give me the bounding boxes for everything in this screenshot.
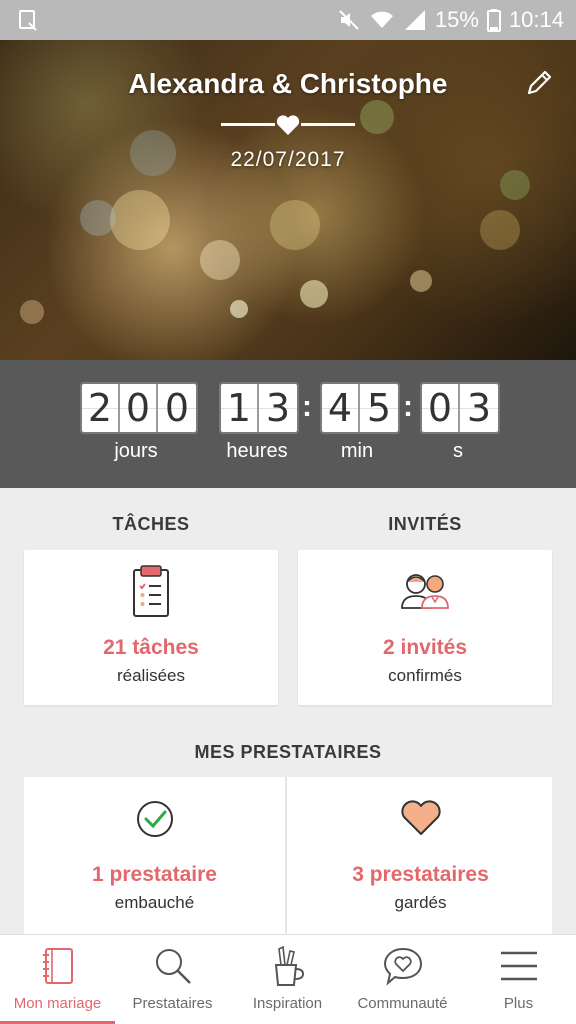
- wedding-header: Alexandra & Christophe 22/07/2017: [0, 40, 576, 360]
- battery-icon: [486, 8, 501, 32]
- digit: 3: [259, 384, 297, 432]
- status-bar: 15% 10:14: [0, 0, 576, 40]
- bokeh-decoration: [300, 280, 328, 308]
- minutes-counter: 4 5: [320, 382, 400, 434]
- bokeh-decoration: [360, 100, 394, 134]
- saved-vendors[interactable]: 3 prestataires gardés: [289, 777, 552, 935]
- bokeh-decoration: [200, 240, 240, 280]
- nav-label: Plus: [503, 995, 534, 1012]
- nav-inspiration[interactable]: Inspiration: [230, 935, 345, 1024]
- digit: 0: [120, 384, 158, 432]
- digit: 2: [82, 384, 120, 432]
- nav-label: Mon mariage: [13, 995, 102, 1012]
- bokeh-decoration: [110, 190, 170, 250]
- notification-icon: [16, 8, 40, 32]
- bokeh-decoration: [500, 170, 530, 200]
- heart-icon: [276, 115, 300, 135]
- digit: 0: [422, 384, 460, 432]
- saved-count: 3 prestataires: [352, 863, 489, 886]
- digit: 1: [221, 384, 259, 432]
- tasks-count: 21 tâches: [103, 636, 199, 659]
- heart-icon: [400, 799, 442, 842]
- days-label: jours: [114, 440, 158, 462]
- bokeh-decoration: [480, 210, 520, 250]
- nav-label: Prestataires: [132, 995, 213, 1012]
- seconds-counter: 0 3: [420, 382, 500, 434]
- hired-vendors[interactable]: 1 prestataire embauché: [24, 777, 287, 935]
- digit: 4: [322, 384, 360, 432]
- tasks-status: réalisées: [116, 666, 186, 685]
- digit: 0: [158, 384, 196, 432]
- hours-counter: 1 3: [219, 382, 299, 434]
- nav-label: Communauté: [357, 995, 448, 1012]
- bokeh-decoration: [270, 200, 320, 250]
- guests-icon: [398, 570, 452, 615]
- clipboard-icon: [131, 564, 171, 623]
- heart-divider: [221, 114, 355, 136]
- vendors-card: 1 prestataire embauché 3 prestataires ga…: [24, 777, 552, 935]
- clock: 10:14: [508, 7, 564, 32]
- signal-icon: [403, 8, 427, 32]
- guests-card[interactable]: 2 invités confirmés: [298, 550, 552, 705]
- hired-count: 1 prestataire: [92, 863, 217, 886]
- vendors-title: MES PRESTATAIRES: [194, 742, 382, 762]
- countdown: 2 0 0 1 3 : 4 5 : 0 3 jours heures min s: [0, 360, 576, 488]
- days-counter: 2 0 0: [80, 382, 198, 434]
- pencil-icon[interactable]: [524, 68, 554, 98]
- guests-title: INVITÉS: [388, 514, 462, 534]
- time-separator: :: [403, 390, 413, 423]
- digit: 3: [460, 384, 498, 432]
- menu-icon: [499, 949, 539, 988]
- hired-status: embauché: [114, 893, 195, 912]
- seconds-label: s: [453, 440, 463, 462]
- bokeh-decoration: [80, 200, 116, 236]
- time-separator: :: [302, 390, 312, 423]
- nav-label: Inspiration: [252, 995, 323, 1012]
- check-circle-icon: [135, 799, 175, 844]
- nav-communaute[interactable]: Communauté: [345, 935, 460, 1024]
- notebook-icon: [40, 945, 76, 992]
- tasks-card[interactable]: 21 tâches réalisées: [24, 550, 278, 705]
- nav-prestataires[interactable]: Prestataires: [115, 935, 230, 1024]
- tasks-title: TÂCHES: [112, 514, 190, 534]
- chat-heart-icon: [382, 945, 424, 992]
- guests-status: confirmés: [388, 666, 462, 685]
- wifi-icon: [369, 8, 395, 32]
- battery-percent: 15%: [434, 7, 479, 32]
- pencil-cup-icon: [270, 945, 306, 994]
- search-icon: [152, 945, 194, 992]
- digit: 5: [360, 384, 398, 432]
- wedding-date: 22/07/2017: [230, 148, 346, 171]
- couple-names: Alexandra & Christophe: [128, 68, 448, 99]
- mute-icon: [337, 8, 361, 32]
- saved-status: gardés: [394, 893, 447, 912]
- bokeh-decoration: [20, 300, 44, 324]
- nav-plus[interactable]: Plus: [461, 935, 576, 1024]
- bokeh-decoration: [410, 270, 432, 292]
- nav-mon-mariage[interactable]: Mon mariage: [0, 935, 115, 1024]
- guests-count: 2 invités: [382, 636, 468, 659]
- bokeh-decoration: [230, 300, 248, 318]
- bottom-navigation: Mon mariage Prestataires Inspiration Com…: [0, 934, 576, 1024]
